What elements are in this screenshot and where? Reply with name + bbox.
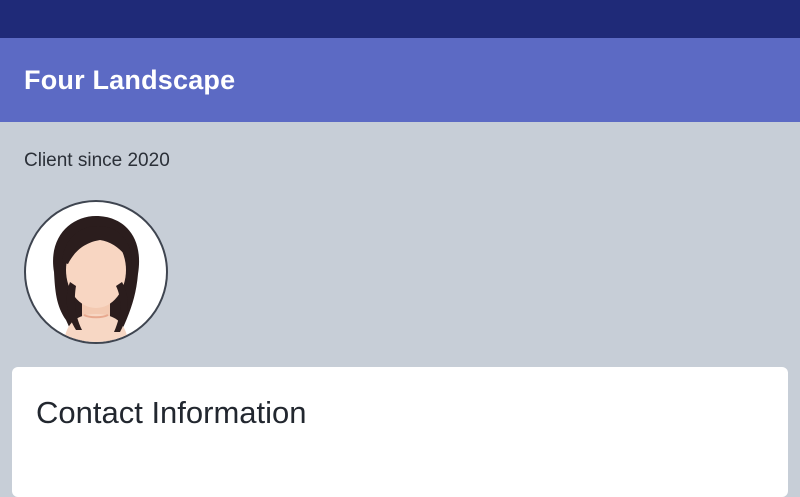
- app-title: Four Landscape: [24, 64, 236, 95]
- status-bar: [0, 0, 800, 38]
- contact-information-title: Contact Information: [36, 395, 307, 430]
- profile-content: Client since 2020 Contact Information: [0, 122, 800, 497]
- app-bar: Four Landscape: [0, 38, 800, 122]
- user-avatar-icon: [53, 216, 140, 342]
- contact-information-card[interactable]: Contact Information: [12, 367, 788, 497]
- avatar[interactable]: [24, 200, 168, 344]
- client-since-label: Client since 2020: [24, 150, 170, 171]
